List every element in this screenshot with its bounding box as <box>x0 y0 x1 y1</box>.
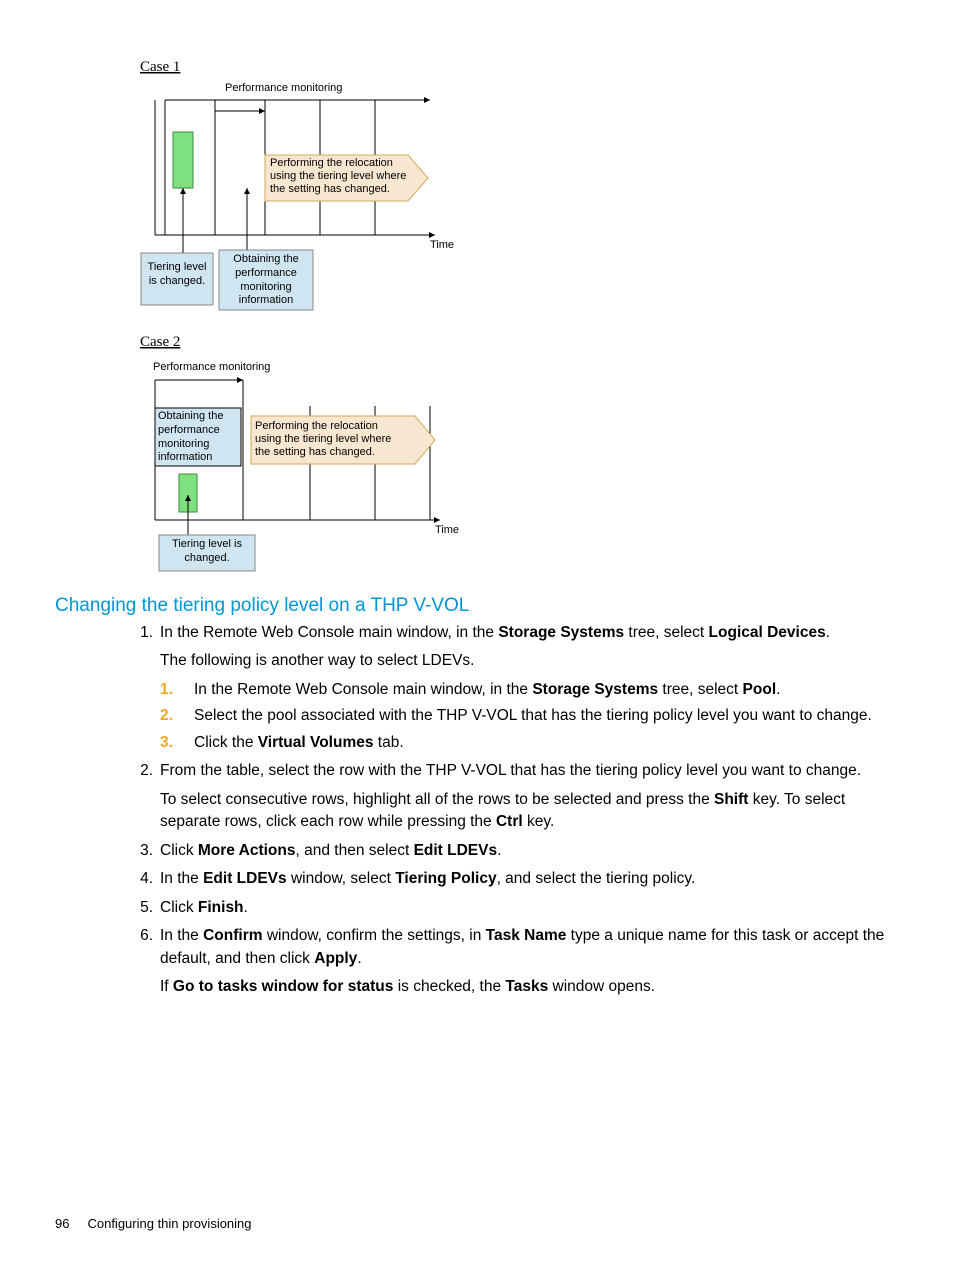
case2-top-label: Performance monitoring <box>153 361 270 373</box>
case2-label: Case 2 <box>140 334 180 350</box>
step-6: In the Confirm window, confirm the setti… <box>110 925 900 998</box>
step-2: From the table, select the row with the … <box>110 760 900 833</box>
substep-1: In the Remote Web Console main window, i… <box>160 679 900 701</box>
case2-time-label: Time <box>435 524 459 536</box>
case1-blue-right: Obtaining theperformancemonitoringinform… <box>223 253 309 307</box>
section-heading: Changing the tiering policy level on a T… <box>55 595 469 617</box>
step-5: Click Finish. <box>110 897 900 919</box>
step-6-followup: If Go to tasks window for status is chec… <box>160 976 900 998</box>
page-number: 96 <box>55 1216 69 1231</box>
case1-orange-text: Performing the relocationusing the tieri… <box>270 157 425 197</box>
substep-3: Click the Virtual Volumes tab. <box>160 732 900 754</box>
tiering-diagram: Case 1 Performance monitoring Time Perfo… <box>135 55 475 575</box>
step-4: In the Edit LDEVs window, select Tiering… <box>110 868 900 890</box>
case1-blue-left: Tiering levelis changed. <box>143 261 211 289</box>
page-footer: 96 Configuring thin provisioning <box>55 1216 252 1231</box>
footer-chapter: Configuring thin provisioning <box>87 1216 251 1231</box>
case1-time-label: Time <box>430 239 454 251</box>
procedure-body: In the Remote Web Console main window, i… <box>110 622 900 1005</box>
step-1-followup: The following is another way to select L… <box>160 650 900 672</box>
case2-blue-bottom: Tiering level ischanged. <box>161 538 253 566</box>
step-3: Click More Actions, and then select Edit… <box>110 840 900 862</box>
step-2-followup: To select consecutive rows, highlight al… <box>160 789 900 834</box>
step-1: In the Remote Web Console main window, i… <box>110 622 900 754</box>
case2-blue-left-box: Obtaining theperformancemonitoringinform… <box>158 410 238 464</box>
substep-2: Select the pool associated with the THP … <box>160 705 900 727</box>
case1-label: Case 1 <box>140 59 180 75</box>
case2-orange-text: Performing the relocationusing the tieri… <box>255 420 415 460</box>
case1-top-label: Performance monitoring <box>225 82 342 94</box>
